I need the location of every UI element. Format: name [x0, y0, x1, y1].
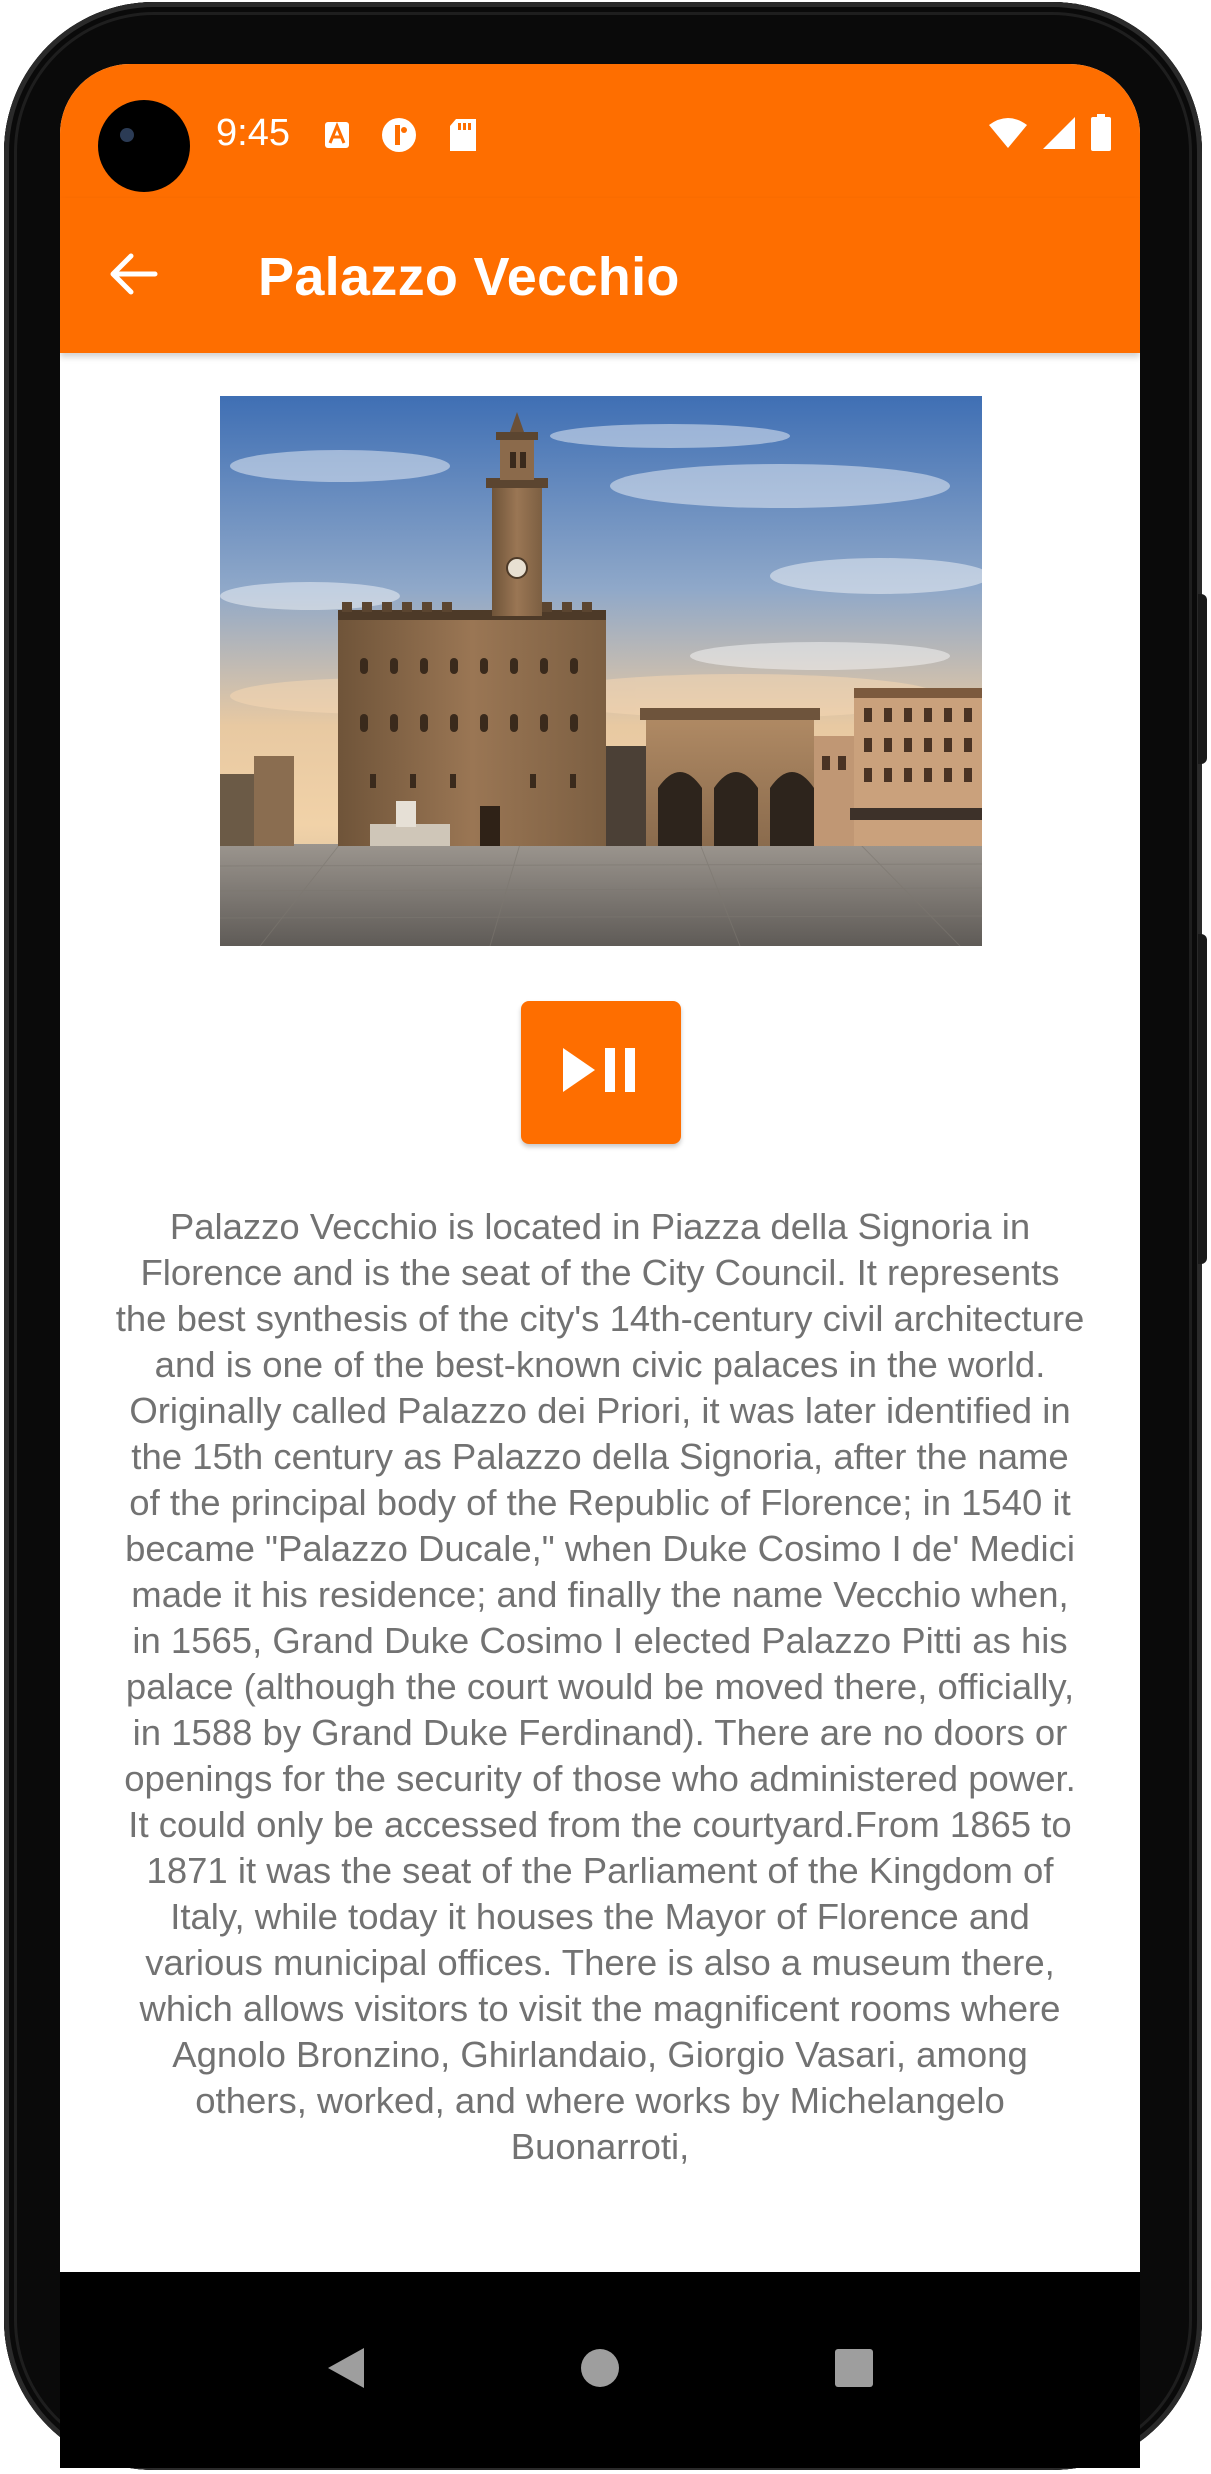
nav-back-button[interactable]	[306, 2330, 386, 2410]
nav-recents-button[interactable]	[814, 2330, 894, 2410]
system-icons	[988, 114, 1112, 157]
status-time: 9:45	[216, 112, 290, 154]
play-pause-button[interactable]	[521, 1001, 681, 1144]
signal-icon	[1042, 116, 1076, 155]
notification-icons	[324, 116, 478, 159]
volume-button	[1198, 594, 1207, 764]
front-camera	[98, 100, 190, 192]
back-triangle-icon	[326, 2346, 366, 2395]
font-a-icon	[324, 121, 350, 154]
wifi-icon	[988, 117, 1028, 154]
navigation-bar	[60, 2272, 1140, 2468]
ring-icon	[380, 116, 418, 159]
back-button[interactable]	[100, 242, 168, 310]
screen: 9:45 Palazzo Vecchio Palazzo Vecchio is …	[60, 64, 1140, 2468]
battery-icon	[1090, 114, 1112, 157]
device: 9:45 Palazzo Vecchio Palazzo Vecchio is …	[0, 0, 1211, 2474]
description-text: Palazzo Vecchio is located in Piazza del…	[115, 1206, 1085, 2167]
play-pause-icon	[559, 1042, 643, 1103]
recents-square-icon	[834, 2348, 874, 2393]
palazzo-vecchio-photo	[220, 396, 982, 946]
nav-home-button[interactable]	[560, 2330, 640, 2410]
status-bar: 9:45	[60, 64, 1140, 198]
arrow-left-icon	[109, 252, 159, 301]
home-circle-icon	[579, 2347, 621, 2394]
sd-card-icon	[448, 118, 478, 157]
app-bar: Palazzo Vecchio	[60, 198, 1140, 353]
page-title: Palazzo Vecchio	[258, 247, 680, 307]
power-button	[1198, 934, 1207, 1264]
